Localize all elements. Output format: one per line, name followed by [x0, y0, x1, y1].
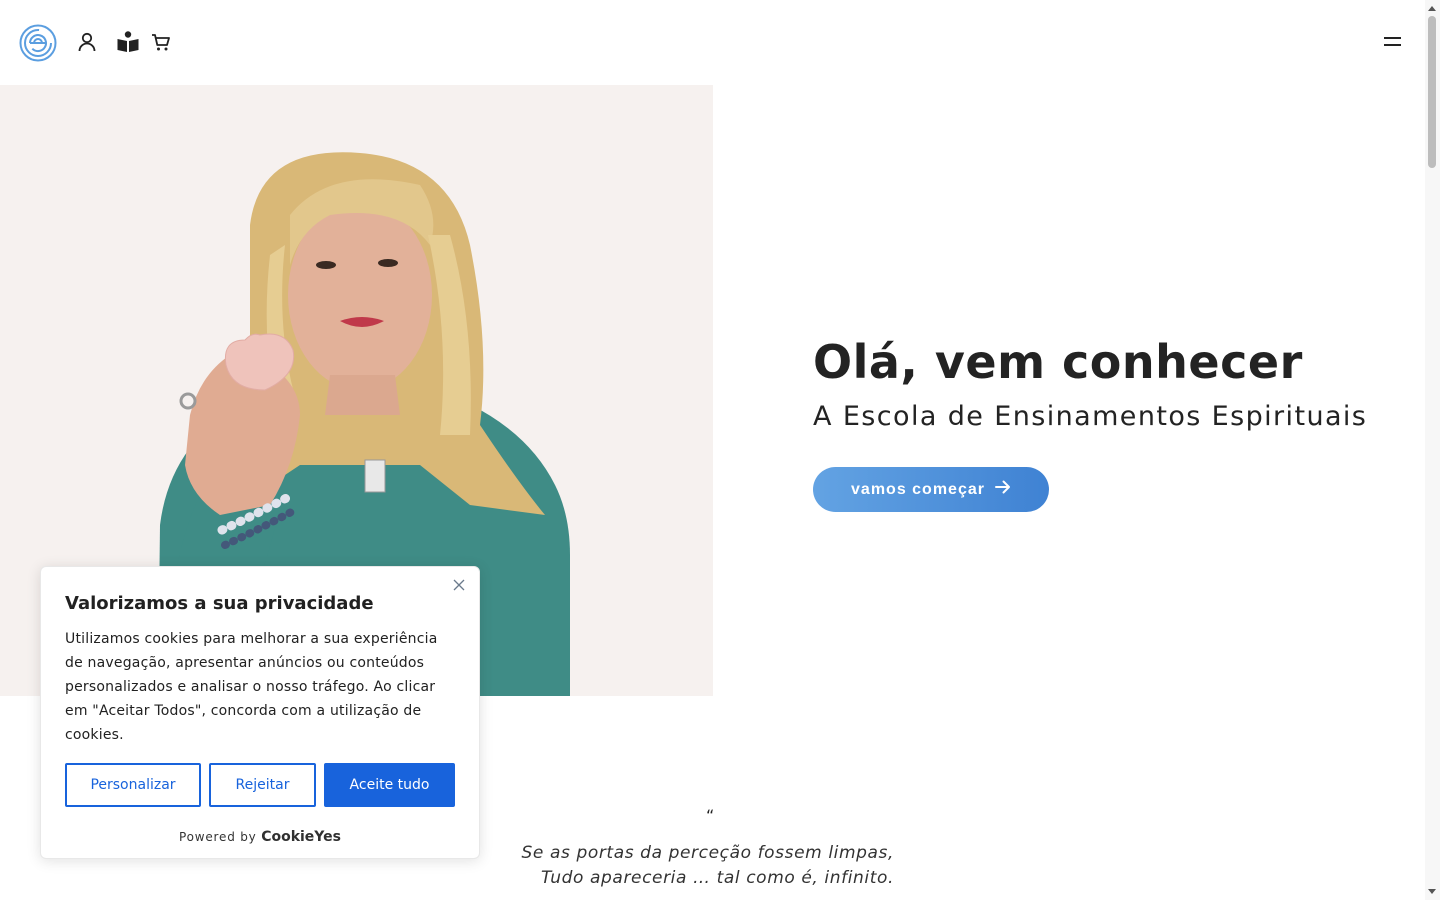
- quote-line-2: Tudo apareceria … tal como é, infinito.: [540, 868, 894, 888]
- cookie-title: Valorizamos a sua privacidade: [65, 593, 374, 614]
- reject-button[interactable]: Rejeitar: [209, 763, 316, 807]
- scroll-up-arrow-icon[interactable]: [1428, 6, 1436, 11]
- quote-mark: “: [706, 806, 715, 825]
- arrow-right-icon: [994, 480, 1011, 499]
- customize-button[interactable]: Personalizar: [65, 763, 201, 807]
- scroll-down-arrow-icon[interactable]: [1428, 889, 1436, 894]
- hamburger-menu-icon[interactable]: [1380, 33, 1406, 51]
- scroll-thumb[interactable]: [1428, 16, 1436, 168]
- cookieyes-logo[interactable]: CookieYes: [261, 829, 341, 845]
- close-icon[interactable]: [452, 577, 466, 591]
- circular-e-logo-icon[interactable]: [19, 24, 57, 62]
- start-button-label: vamos começar: [851, 480, 985, 498]
- menu-line: [1384, 44, 1401, 46]
- cart-icon[interactable]: [149, 30, 173, 54]
- powered-by-label: Powered by: [179, 830, 257, 844]
- hero-subtitle: A Escola de Ensinamentos Espirituais: [813, 401, 1368, 432]
- quote-line-1: Se as portas da perceção fossem limpas,: [521, 843, 894, 863]
- user-icon[interactable]: [75, 30, 99, 54]
- cookie-description: Utilizamos cookies para melhorar a sua e…: [65, 631, 438, 743]
- page-scrollbar[interactable]: [1425, 0, 1440, 900]
- site-header: [0, 0, 1425, 85]
- accept-all-button[interactable]: Aceite tudo: [324, 763, 455, 807]
- start-button[interactable]: vamos começar: [813, 467, 1049, 512]
- menu-line: [1384, 37, 1401, 39]
- powered-by: Powered by CookieYes: [41, 829, 479, 845]
- reading-book-icon[interactable]: [116, 30, 140, 54]
- cookie-consent-banner: Valorizamos a sua privacidade Utilizamos…: [40, 566, 480, 859]
- hero-title: Olá, vem conhecer: [813, 335, 1303, 389]
